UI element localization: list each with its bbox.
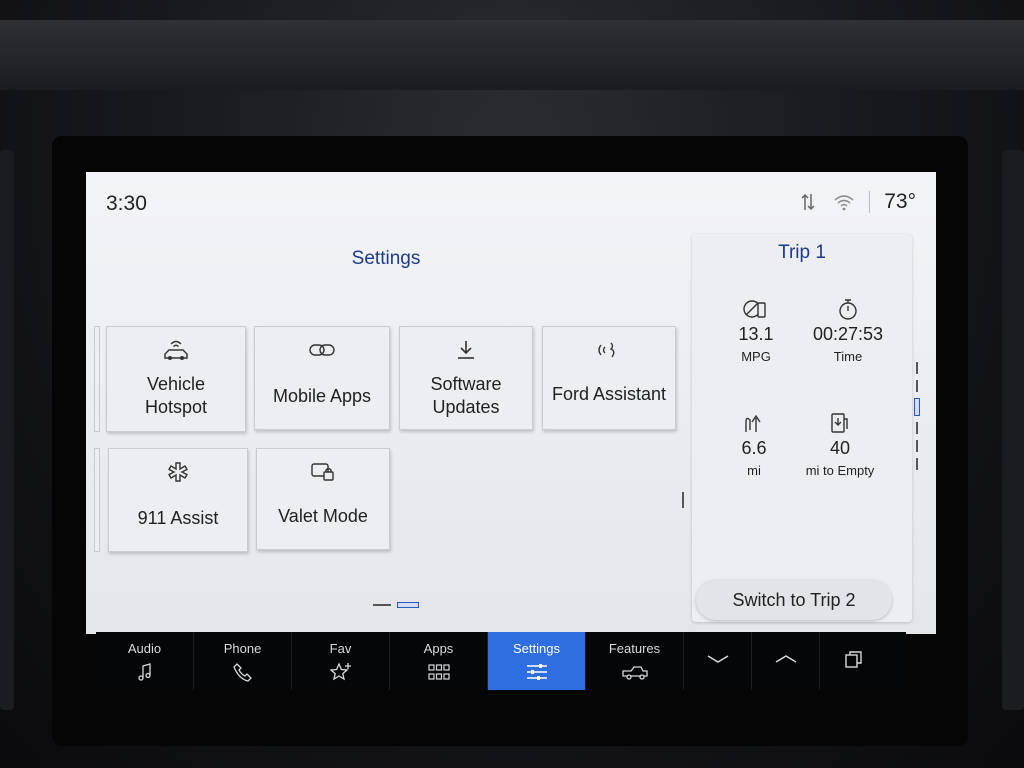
status-icons: 73°	[797, 190, 916, 214]
link-icon	[308, 337, 336, 363]
settings-panel: Settings Vehicle Hotspot Mobile Apps Sof…	[86, 234, 686, 634]
tile-label: Software Updates	[430, 374, 502, 417]
car-wifi-icon	[161, 337, 191, 363]
fuel-range-icon	[790, 410, 890, 436]
download-icon	[455, 337, 477, 363]
fuel-economy-icon	[706, 296, 806, 322]
tile-mobile-apps[interactable]: Mobile Apps	[254, 326, 390, 430]
tile-label: Valet Mode	[278, 506, 368, 526]
nav-apps[interactable]: Apps	[390, 632, 488, 690]
expand-button[interactable]	[752, 632, 820, 690]
nav-label: Audio	[127, 640, 162, 656]
chevron-up-icon	[774, 652, 798, 670]
scroll-tick	[916, 422, 918, 434]
status-separator	[869, 191, 871, 213]
valet-lock-icon	[310, 459, 336, 485]
tile-label: Mobile Apps	[272, 386, 372, 406]
tile-label: Ford Assistant	[551, 384, 667, 404]
stacked-windows-icon	[844, 649, 864, 674]
status-bar: 3:30 73°	[86, 172, 936, 234]
wifi-icon	[833, 191, 855, 213]
stat-mpg: 13.1 MPG	[706, 296, 806, 364]
tile-label: Vehicle Hotspot	[144, 374, 208, 417]
nav-fav[interactable]: Fav	[292, 632, 390, 690]
right-vent	[1002, 150, 1024, 710]
outside-temperature: 73°	[884, 190, 916, 213]
nav-label: Apps	[423, 640, 454, 656]
chevron-down-icon	[706, 652, 730, 670]
stat-unit: mi	[747, 463, 761, 478]
truck-icon	[621, 662, 649, 682]
stat-unit: Time	[833, 349, 863, 364]
scroll-tick	[916, 458, 918, 470]
nav-phone[interactable]: Phone	[194, 632, 292, 690]
stat-range: 40 mi to Empty	[790, 410, 890, 478]
stat-value: 00:27:53	[812, 324, 884, 344]
nav-label: Fav	[329, 640, 352, 656]
switch-trip-button[interactable]: Switch to Trip 2	[696, 580, 892, 620]
settings-title: Settings	[351, 248, 421, 269]
trip-scrollbar[interactable]	[914, 362, 920, 512]
clock: 3:30	[106, 192, 147, 215]
previous-page-tile-edge	[94, 448, 100, 552]
scroll-divider	[682, 492, 684, 508]
collapse-button[interactable]	[684, 632, 752, 690]
windows-button[interactable]	[820, 632, 888, 690]
star-plus-icon	[328, 661, 353, 682]
previous-page-tile-edge	[94, 326, 100, 432]
dashboard-top-trim	[0, 20, 1024, 90]
scroll-tick	[916, 362, 918, 374]
infotainment-screen: 3:30 73° Settings Vehicle Hotspot Mobile…	[86, 172, 936, 634]
stat-time: 00:27:53 Time	[798, 296, 898, 364]
page-dot	[373, 604, 391, 606]
music-note-icon	[137, 662, 153, 682]
page-dot-active	[397, 602, 419, 608]
phone-icon	[232, 662, 253, 682]
sliders-icon	[526, 662, 548, 682]
nav-label: Features	[608, 640, 661, 656]
stat-distance: 6.6 mi	[704, 410, 804, 478]
nav-features[interactable]: Features	[586, 632, 684, 690]
stopwatch-icon	[798, 296, 898, 322]
stat-value: 13.1	[738, 324, 774, 344]
stat-unit: mi to Empty	[805, 463, 875, 478]
page-indicator	[373, 602, 419, 608]
tile-software-updates[interactable]: Software Updates	[399, 326, 533, 430]
assistant-voice-icon	[597, 337, 621, 363]
grid-icon	[427, 662, 450, 682]
bottom-nav-bar: Audio Phone Fav Apps Settings Features	[96, 632, 906, 690]
tile-label: 911 Assist	[137, 508, 219, 528]
nav-settings[interactable]: Settings	[488, 632, 586, 690]
data-transfer-icon	[797, 191, 819, 213]
nav-label: Settings	[513, 640, 560, 656]
medical-star-icon	[167, 459, 189, 485]
trip-title: Trip 1	[778, 242, 826, 263]
trip-card[interactable]: Trip 1 13.1 MPG 00:27:53 Time 6.6 mi 40 …	[692, 234, 912, 622]
nav-audio[interactable]: Audio	[96, 632, 194, 690]
scroll-thumb[interactable]	[914, 398, 920, 416]
scroll-tick	[916, 440, 918, 452]
stat-value: 40	[829, 438, 851, 458]
scroll-tick	[916, 380, 918, 392]
stat-unit: MPG	[741, 349, 771, 364]
tile-valet-mode[interactable]: Valet Mode	[256, 448, 390, 550]
tile-vehicle-hotspot[interactable]: Vehicle Hotspot	[106, 326, 246, 432]
distance-icon	[704, 410, 804, 436]
tile-ford-assistant[interactable]: Ford Assistant	[542, 326, 676, 430]
stat-value: 6.6	[741, 438, 767, 458]
left-vent	[0, 150, 14, 710]
nav-label: Phone	[223, 640, 262, 656]
tile-911-assist[interactable]: 911 Assist	[108, 448, 248, 552]
